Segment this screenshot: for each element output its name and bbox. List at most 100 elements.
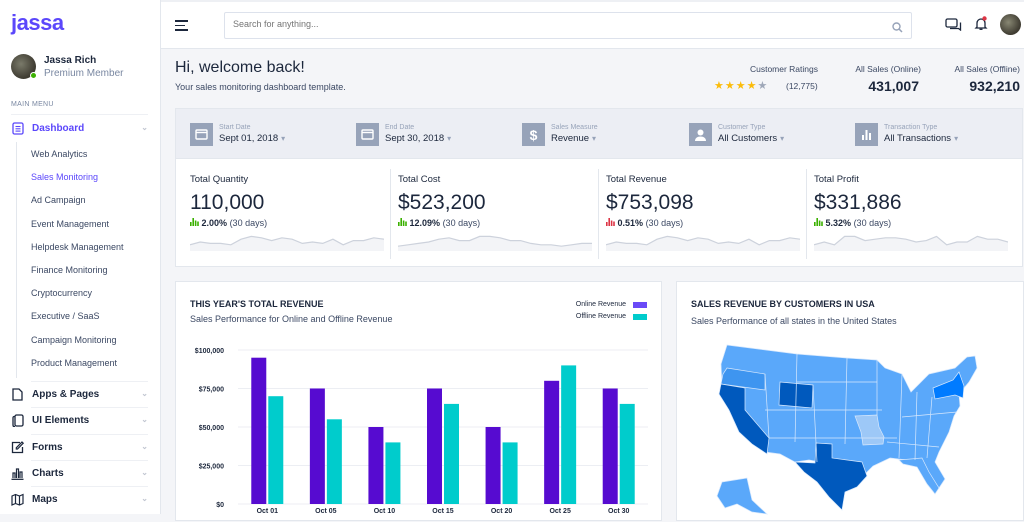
submenu-item-helpdesk-management[interactable]: Helpdesk Management bbox=[31, 242, 124, 252]
divider bbox=[31, 460, 148, 461]
user-avatar[interactable] bbox=[11, 54, 37, 79]
layers-icon bbox=[11, 413, 24, 427]
app-logo[interactable]: jassa bbox=[11, 10, 64, 36]
sidebar-item-label: Forms bbox=[32, 441, 63, 453]
kpi-value: $523,200 bbox=[398, 191, 486, 214]
star-empty-icon: ★ bbox=[757, 80, 769, 92]
kpi-title: Total Revenue bbox=[606, 174, 667, 185]
filter-label: Sales Measure bbox=[551, 124, 598, 131]
submenu-item-product-management[interactable]: Product Management bbox=[31, 358, 117, 368]
sparkline bbox=[190, 235, 384, 251]
submenu-item-executive-saas[interactable]: Executive / SaaS bbox=[31, 311, 100, 321]
bar-chart-icon bbox=[855, 123, 878, 146]
star-icon: ★ bbox=[746, 80, 758, 92]
offline-sales-value: 932,210 bbox=[969, 78, 1020, 94]
bar-online[interactable] bbox=[427, 388, 442, 505]
edit-icon bbox=[11, 440, 24, 454]
bar-online[interactable] bbox=[602, 388, 618, 505]
kpi-value: $753,098 bbox=[606, 191, 694, 214]
sidebar-item-forms[interactable]: Forms ⌄ bbox=[11, 437, 148, 457]
state-alaska[interactable] bbox=[716, 477, 769, 515]
kpi-panel: Total Quantity 110,000 2.00% (30 days) T… bbox=[175, 159, 1023, 267]
filter-value: All Transactions bbox=[884, 133, 952, 144]
bar-offline[interactable] bbox=[385, 442, 401, 504]
divider bbox=[31, 486, 148, 487]
chevron-down-icon: ⌄ bbox=[141, 494, 148, 503]
filter-label: End Date bbox=[385, 124, 415, 131]
sparkline bbox=[814, 235, 1008, 251]
page-title: Hi, welcome back! bbox=[175, 59, 305, 76]
sidebar-item-label: Dashboard bbox=[32, 122, 85, 134]
y-tick-label: $50,000 bbox=[199, 425, 224, 432]
calendar-icon bbox=[190, 123, 213, 146]
online-sales-value: 431,007 bbox=[868, 78, 919, 94]
sparkline-area bbox=[398, 236, 592, 251]
submenu-item-finance-monitoring[interactable]: Finance Monitoring bbox=[31, 265, 108, 275]
caret-down-icon: ▾ bbox=[780, 134, 785, 143]
kpi-period: (30 days) bbox=[853, 218, 892, 228]
kpi-title: Total Quantity bbox=[190, 174, 249, 185]
user-name: Jassa Rich bbox=[44, 55, 97, 66]
bar-offline[interactable] bbox=[561, 365, 577, 504]
star-icon: ★ bbox=[714, 80, 725, 92]
sparkline bbox=[398, 235, 592, 251]
notification-bell-icon[interactable] bbox=[974, 16, 988, 36]
caret-down-icon: ▾ bbox=[954, 134, 959, 143]
caret-down-icon: ▾ bbox=[281, 134, 286, 143]
sparkline bbox=[606, 235, 800, 251]
star-icon: ★ bbox=[735, 80, 747, 92]
bar-offline[interactable] bbox=[502, 442, 518, 504]
caret-down-icon: ▾ bbox=[592, 134, 597, 143]
divider bbox=[31, 434, 148, 435]
trend-down-icon bbox=[606, 218, 615, 228]
bar-offline[interactable] bbox=[268, 396, 284, 504]
document-icon bbox=[11, 121, 24, 135]
submenu-item-cryptocurrency[interactable]: Cryptocurrency bbox=[31, 288, 92, 298]
filter-value: Revenue bbox=[551, 133, 590, 144]
kpi-change: 12.09% bbox=[409, 218, 441, 228]
chat-icon[interactable] bbox=[945, 18, 962, 36]
bar-offline[interactable] bbox=[444, 403, 459, 504]
sidebar-item-maps[interactable]: Maps ⌄ bbox=[11, 489, 148, 509]
revenue-chart-card: THIS YEAR'S TOTAL REVENUE Sales Performa… bbox=[175, 281, 662, 521]
bar-online[interactable] bbox=[251, 357, 267, 504]
submenu-item-sales-monitoring[interactable]: Sales Monitoring bbox=[31, 172, 98, 182]
star-icon: ★ bbox=[724, 80, 736, 92]
sidebar-item-label: Maps bbox=[32, 493, 58, 505]
submenu-item-ad-campaign[interactable]: Ad Campaign bbox=[31, 195, 86, 205]
filter-value: Sept 01, 2018 bbox=[219, 133, 279, 144]
y-tick-label: $75,000 bbox=[199, 387, 224, 394]
trend-up-icon bbox=[398, 218, 407, 228]
bar-offline[interactable] bbox=[326, 419, 342, 504]
main-content: Hi, welcome back! Your sales monitoring … bbox=[161, 49, 1024, 521]
search-icon[interactable] bbox=[892, 20, 903, 38]
sidebar-item-dashboard[interactable]: Dashboard ⌄ bbox=[11, 118, 148, 138]
y-tick-label: $0 bbox=[216, 502, 224, 509]
submenu-item-event-management[interactable]: Event Management bbox=[31, 219, 109, 229]
bar-online[interactable] bbox=[485, 427, 501, 504]
divider bbox=[31, 407, 148, 408]
kpi-change: 5.32% bbox=[825, 218, 852, 228]
divider bbox=[31, 381, 148, 382]
menu-toggle-icon[interactable] bbox=[175, 20, 188, 31]
submenu-item-campaign-monitoring[interactable]: Campaign Monitoring bbox=[31, 335, 117, 345]
kpi-total-profit: Total Profit $331,886 5.32% (30 days) bbox=[800, 159, 1008, 267]
topbar-avatar[interactable] bbox=[1000, 14, 1021, 35]
bar-offline[interactable] bbox=[619, 403, 635, 504]
y-tick-label: $100,000 bbox=[195, 348, 224, 355]
bar-online[interactable] bbox=[368, 427, 384, 504]
search-input[interactable] bbox=[233, 19, 873, 29]
sidebar-item-apps-pages[interactable]: Apps & Pages ⌄ bbox=[11, 384, 148, 404]
sidebar-item-charts[interactable]: Charts ⌄ bbox=[11, 463, 148, 483]
dollar-icon: $ bbox=[522, 123, 545, 146]
chevron-down-icon: ⌄ bbox=[141, 442, 148, 451]
sidebar-item-ui-elements[interactable]: UI Elements ⌄ bbox=[11, 410, 148, 430]
submenu-item-web-analytics[interactable]: Web Analytics bbox=[31, 149, 87, 159]
bar-online[interactable] bbox=[309, 388, 325, 505]
kpi-value: $331,886 bbox=[814, 191, 902, 214]
search-box[interactable] bbox=[224, 12, 912, 39]
bar-online[interactable] bbox=[544, 380, 560, 504]
map-icon bbox=[11, 493, 24, 506]
page-icon bbox=[11, 387, 24, 401]
kpi-period: (30 days) bbox=[229, 218, 268, 228]
